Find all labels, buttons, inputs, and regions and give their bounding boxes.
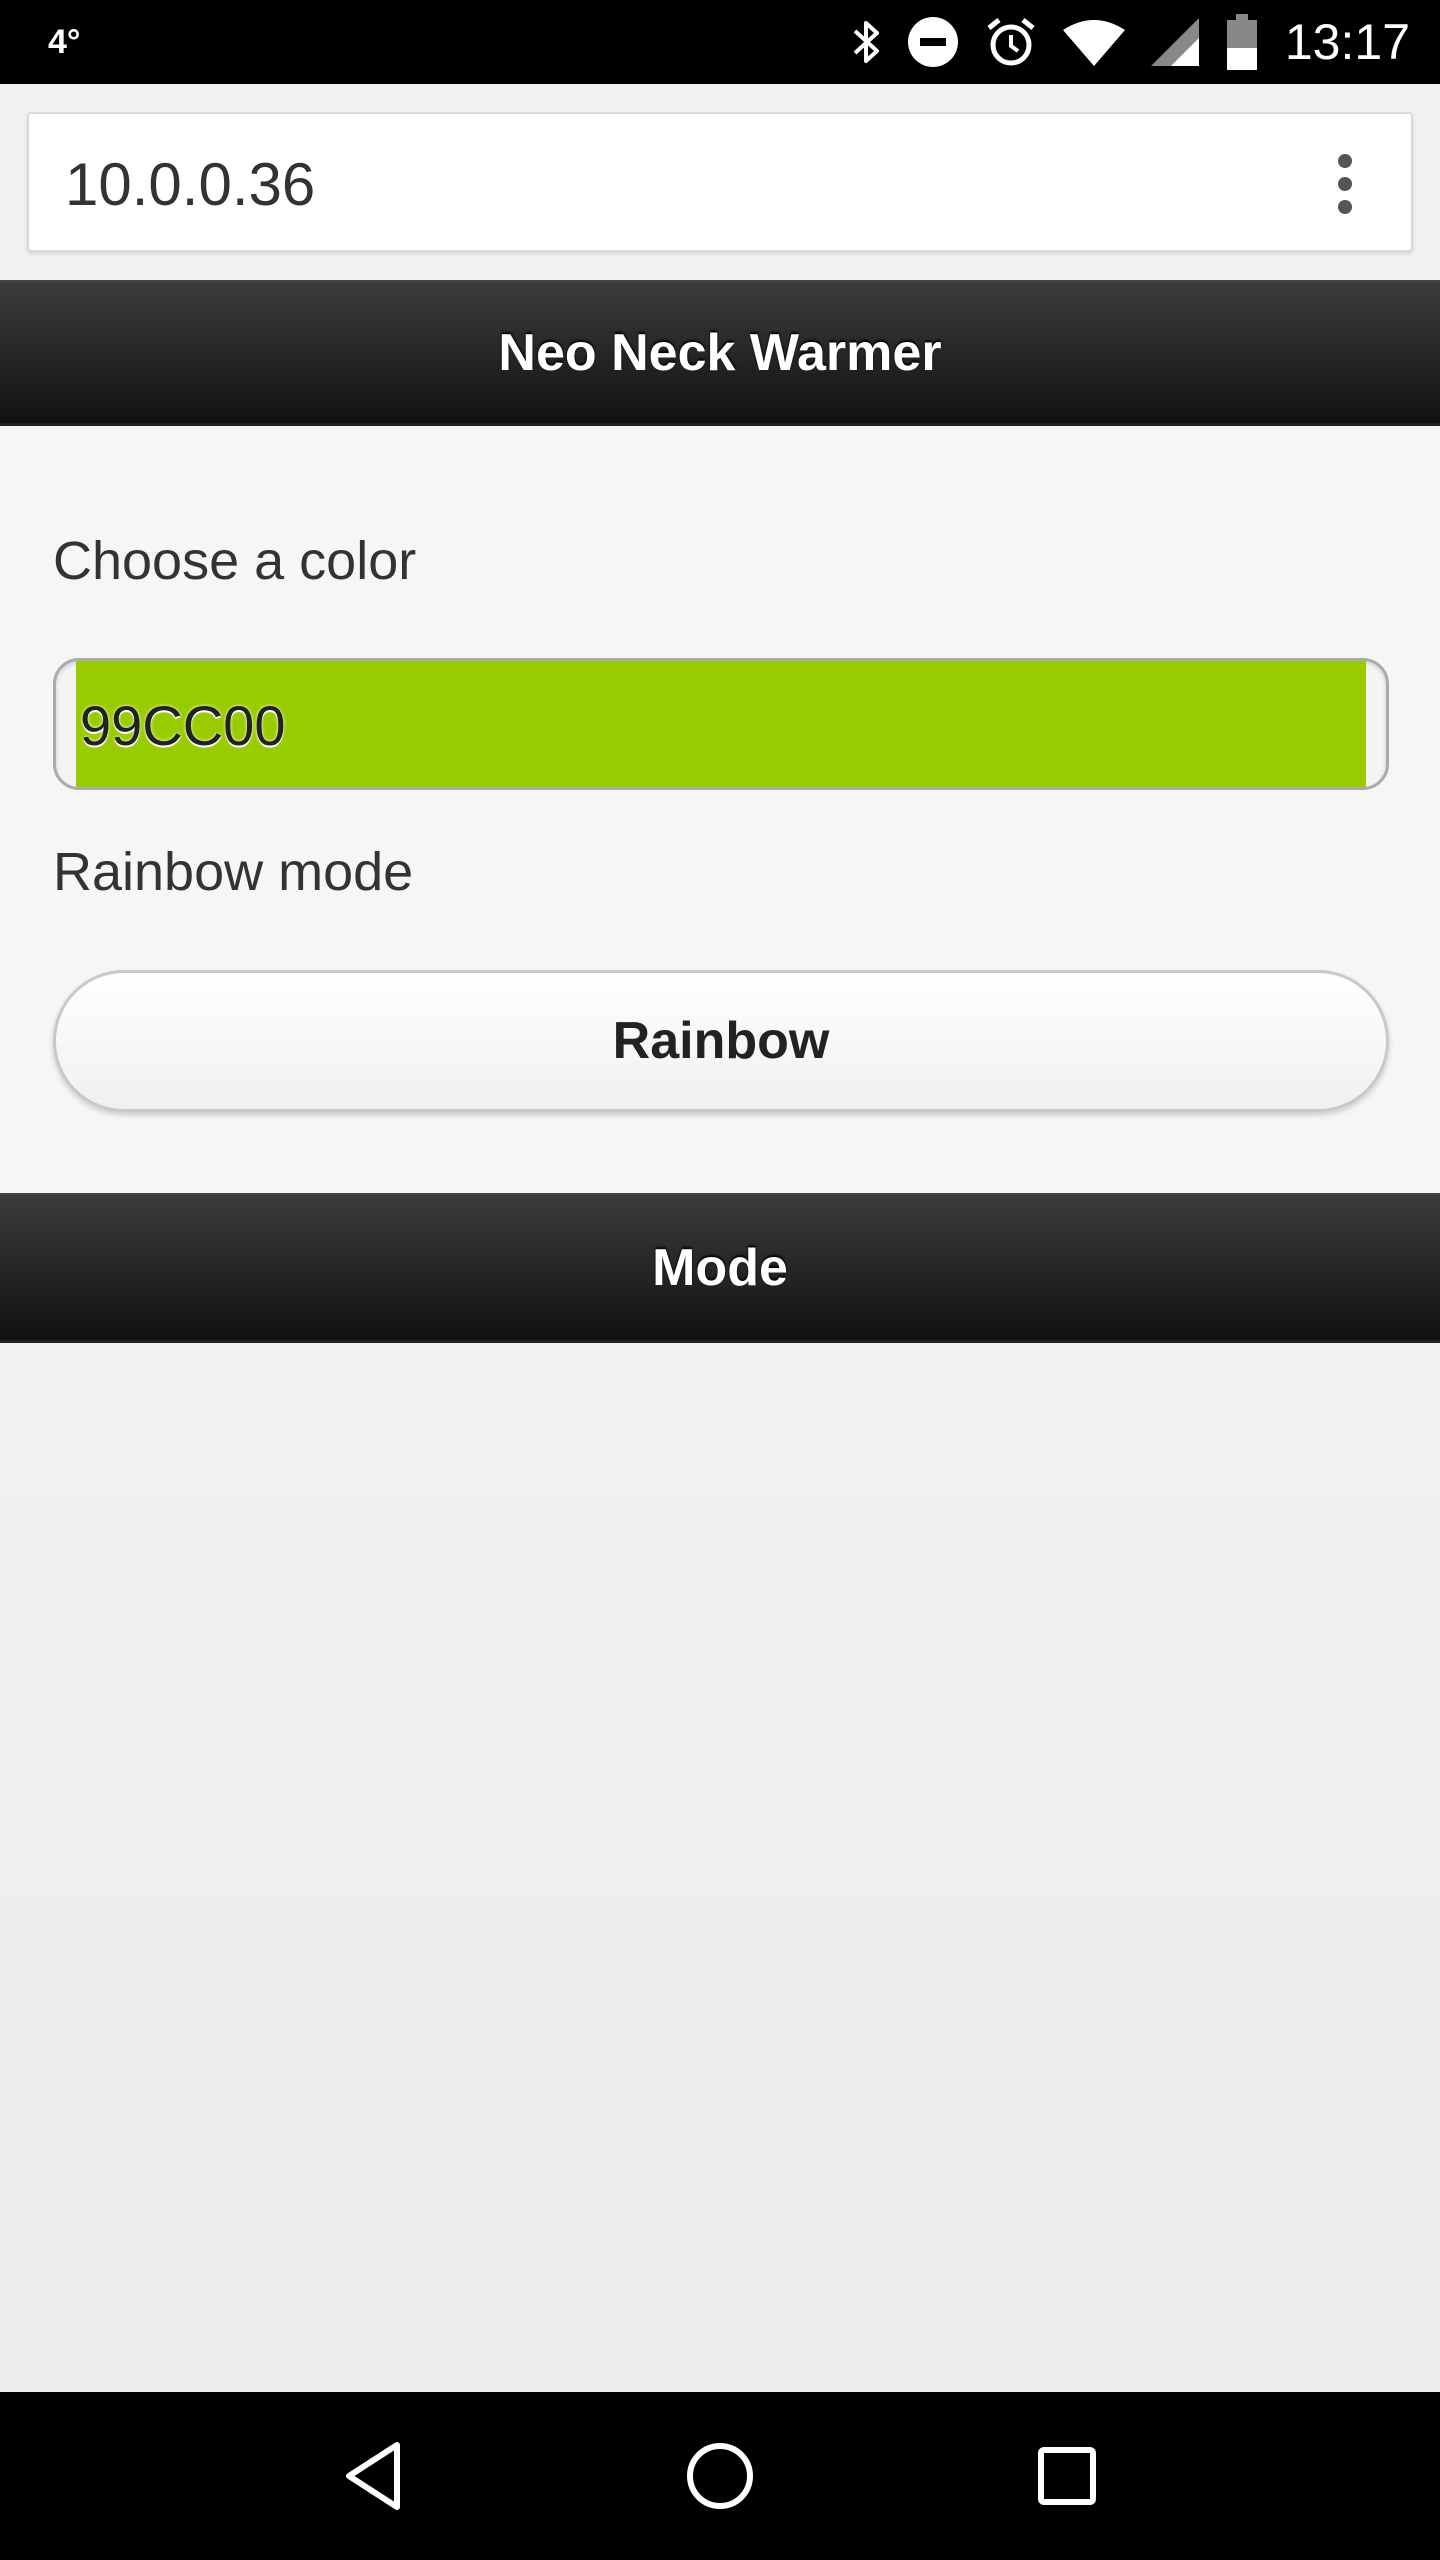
battery-icon xyxy=(1225,14,1259,70)
screen: 4° 13:17 10.0.0.36 Neo Neck Warmer Choos… xyxy=(0,0,1440,2560)
bluetooth-icon xyxy=(851,17,881,67)
color-value: 99CC00 xyxy=(80,694,286,757)
weather-temperature: 4° xyxy=(48,22,81,61)
page-footer: Mode xyxy=(0,1193,1440,1343)
back-icon[interactable] xyxy=(328,2431,418,2521)
url-text[interactable]: 10.0.0.36 xyxy=(65,150,315,219)
address-bar[interactable]: 10.0.0.36 xyxy=(27,112,1413,252)
cell-signal-icon xyxy=(1150,18,1199,66)
page-header: Neo Neck Warmer xyxy=(0,280,1440,426)
status-bar: 4° 13:17 xyxy=(0,0,1440,84)
do-not-disturb-icon xyxy=(907,16,959,68)
home-icon[interactable] xyxy=(675,2431,765,2521)
color-label: Choose a color xyxy=(53,531,417,591)
rainbow-button[interactable]: Rainbow xyxy=(53,970,1389,1112)
more-vert-icon[interactable] xyxy=(1335,154,1355,214)
web-page: Neo Neck Warmer Choose a color 99CC00 Ra… xyxy=(0,280,1440,2392)
clock: 13:17 xyxy=(1284,14,1410,70)
wifi-icon xyxy=(1062,18,1125,66)
color-picker-input[interactable]: 99CC00 xyxy=(53,658,1389,790)
alarm-icon xyxy=(985,16,1037,68)
system-nav-bar xyxy=(0,2392,1440,2560)
recents-icon[interactable] xyxy=(1022,2431,1112,2521)
status-icons: 13:17 xyxy=(851,13,1410,71)
rainbow-label: Rainbow mode xyxy=(53,842,414,902)
browser-toolbar: 10.0.0.36 xyxy=(0,84,1440,280)
